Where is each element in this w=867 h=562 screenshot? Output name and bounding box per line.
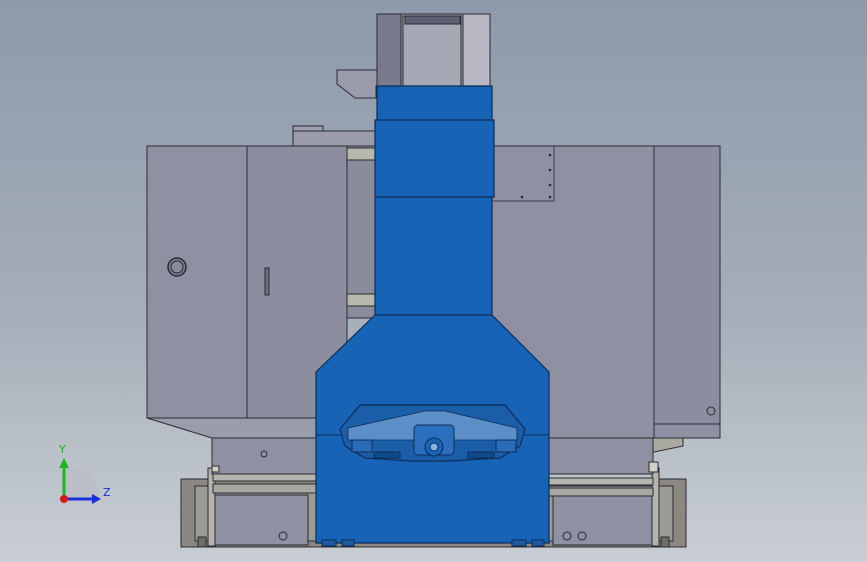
right-base-cover: [552, 494, 656, 546]
z-axis-label: Z: [103, 486, 111, 499]
machine-drawing: [59, 13, 721, 548]
left-base-cover: [212, 494, 309, 546]
axis-triad: [59, 458, 101, 504]
door-handle: [264, 267, 270, 296]
y-axis-label: Y: [59, 443, 66, 456]
triad-origin: [60, 495, 68, 503]
cad-viewport[interactable]: Y Z: [0, 0, 867, 562]
